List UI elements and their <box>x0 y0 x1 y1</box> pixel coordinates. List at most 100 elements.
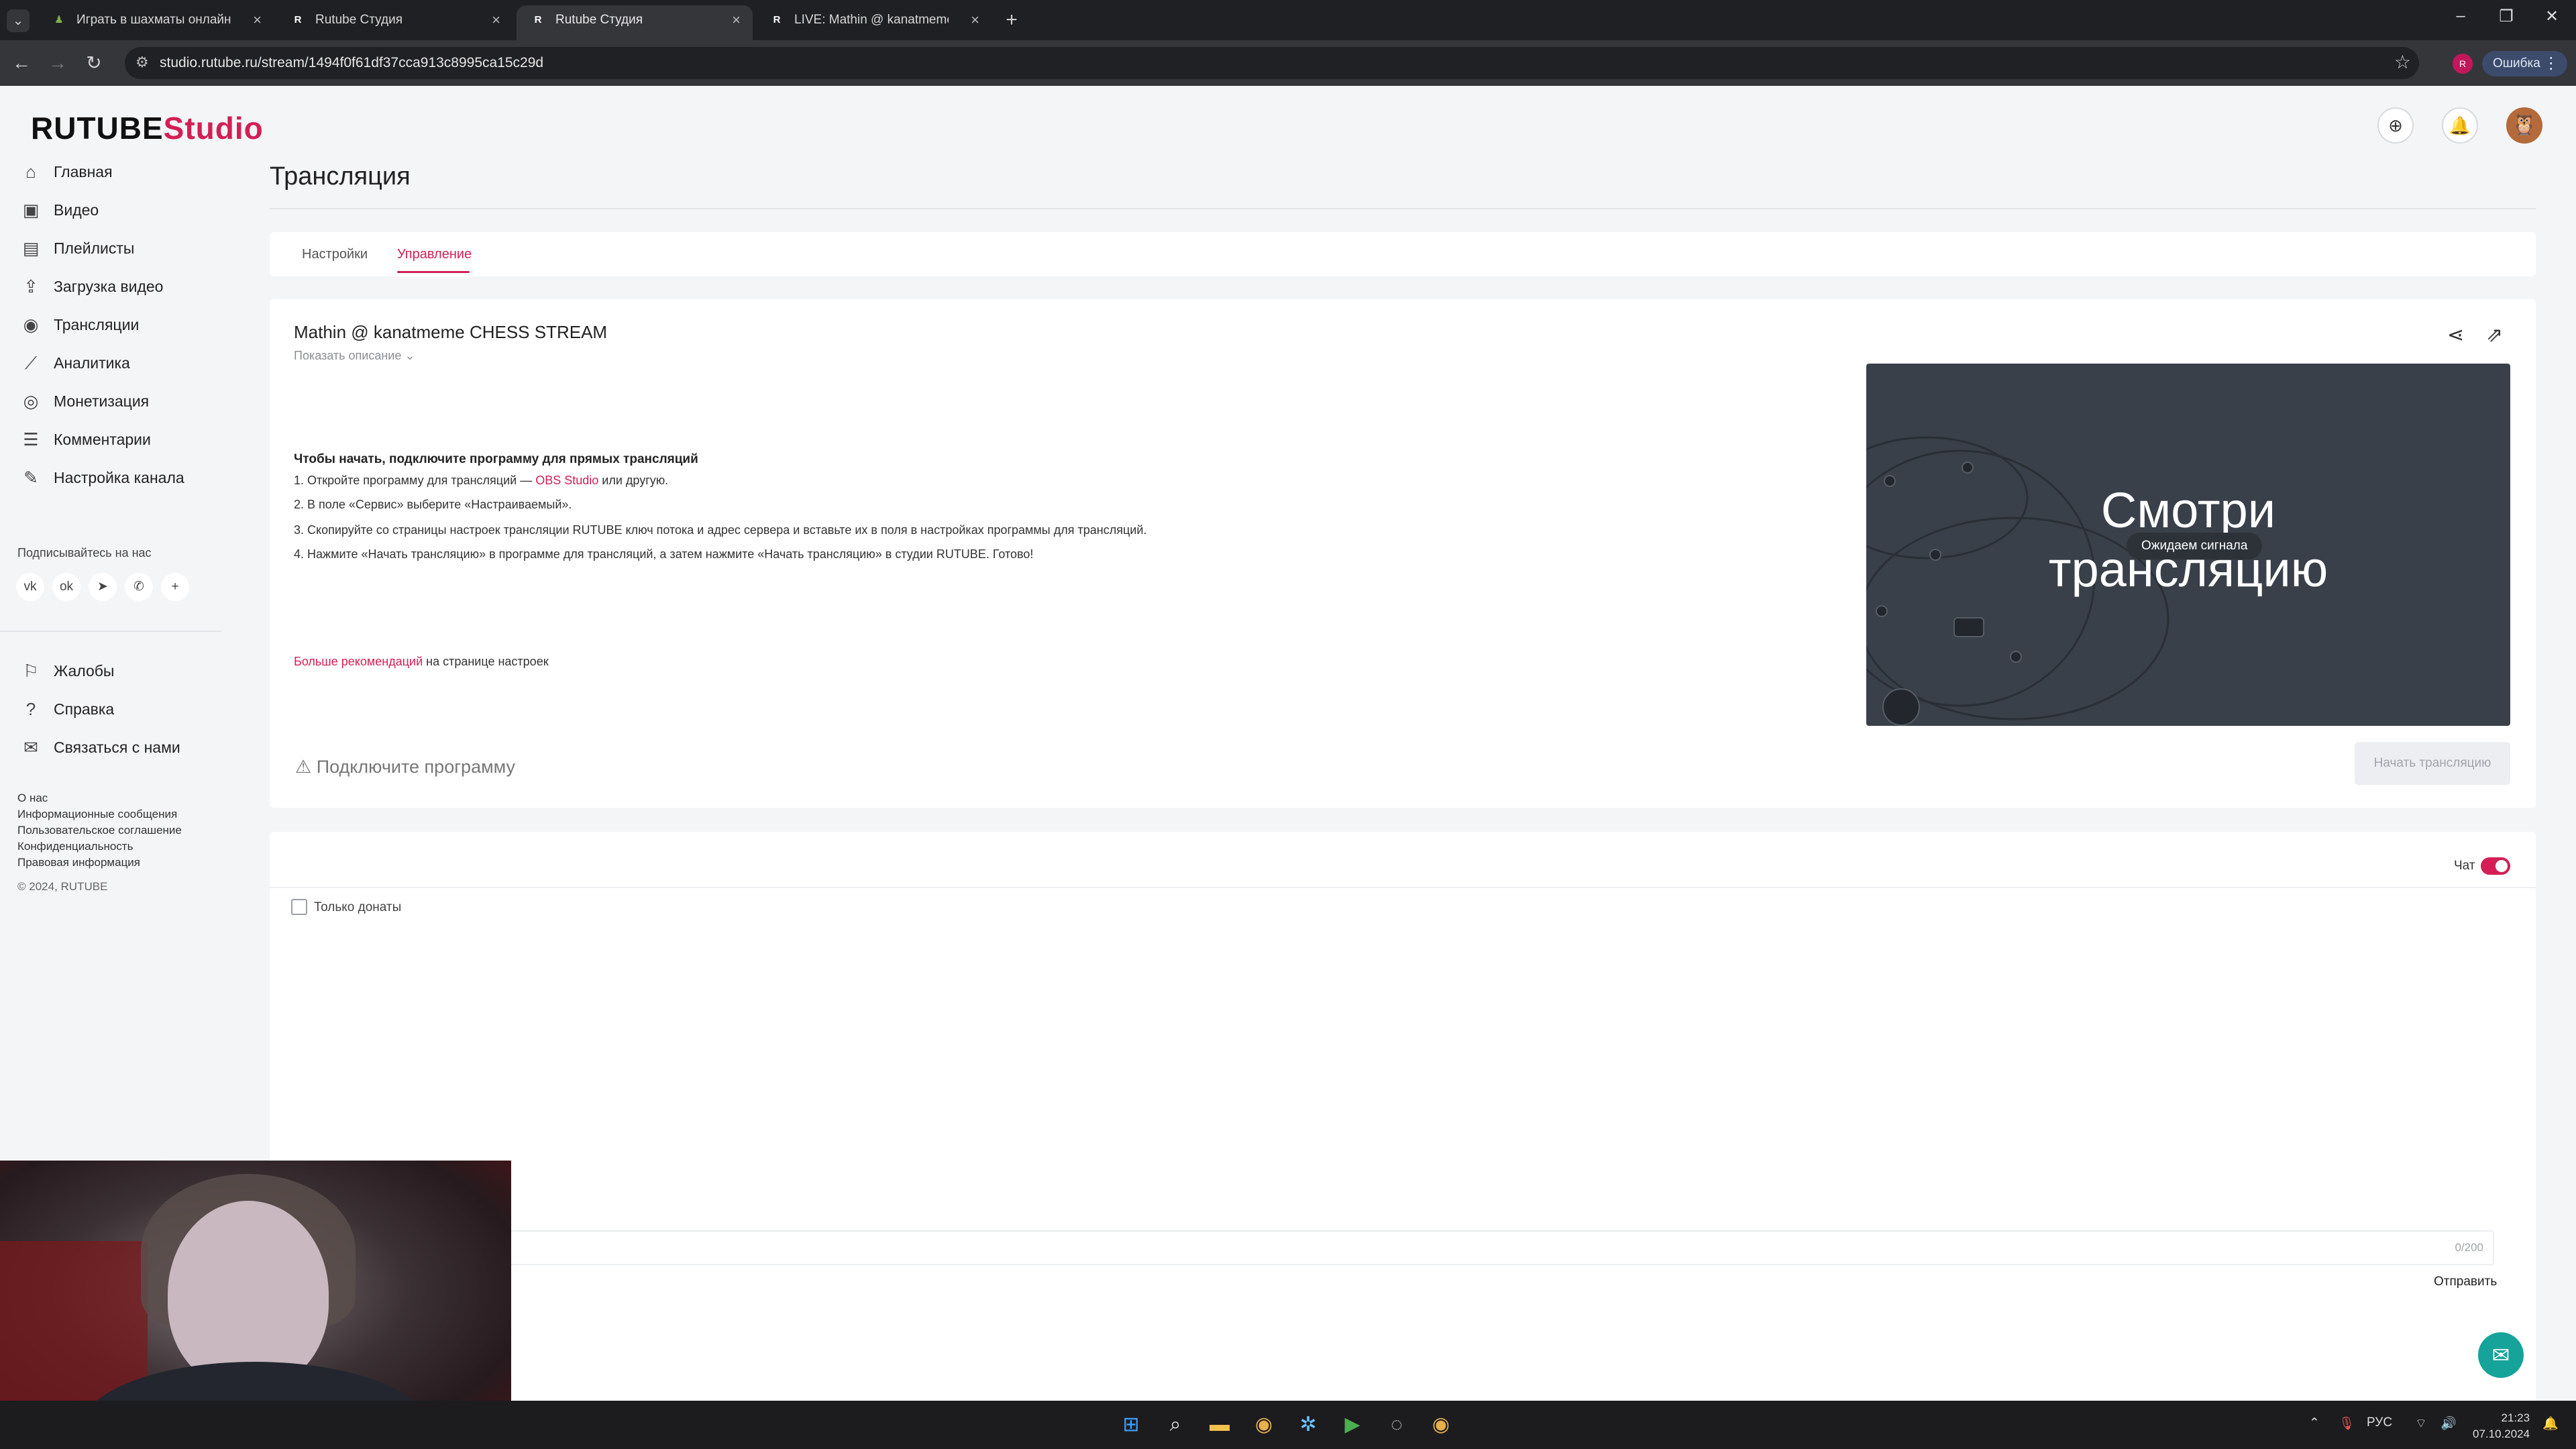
upload-video-icon[interactable]: ⊕ <box>2377 107 2414 144</box>
input-language[interactable]: РУС <box>2367 1415 2392 1430</box>
close-tab-icon[interactable]: × <box>253 5 262 35</box>
reload-icon[interactable]: ↻ <box>80 50 107 76</box>
obs-studio-link[interactable]: OBS Studio <box>535 474 598 487</box>
rutube-studio-logo[interactable]: RUTUBEStudio <box>31 110 264 146</box>
file-explorer-icon[interactable]: ▬ <box>1205 1410 1234 1440</box>
show-description-toggle[interactable]: Показать описание ⌄ <box>294 349 415 363</box>
instructions-heading: Чтобы начать, подключите программу для п… <box>294 452 698 466</box>
donations-only-label: Только донаты <box>314 900 402 914</box>
new-tab-button[interactable]: + <box>1000 8 1024 32</box>
footer-link-legal[interactable]: Правовая информация <box>17 856 140 869</box>
sidebar-item-comments[interactable]: ☰ Комментарии <box>19 423 220 455</box>
preview-camera-icon <box>1953 617 1984 637</box>
profile-avatar[interactable]: R <box>2453 54 2473 74</box>
browser-error-button[interactable]: Ошибка ⋮ <box>2482 51 2567 76</box>
chrome-icon[interactable]: ◉ <box>1249 1410 1279 1440</box>
browser-tab[interactable]: ♟ Играть в шахматы онлайн БЕС × <box>38 5 274 40</box>
volume-icon[interactable]: 🔊 <box>2440 1415 2457 1432</box>
sidebar-item-home[interactable]: ⌂ Главная <box>19 156 220 188</box>
bookmark-star-icon[interactable]: ☆ <box>2394 51 2411 73</box>
footer-link-terms[interactable]: Пользовательское соглашение <box>17 824 182 837</box>
open-external-icon[interactable]: ⇗ <box>2486 323 2503 347</box>
notifications-bell-icon[interactable]: 🔔 <box>2442 107 2478 144</box>
browser-tab[interactable]: R Rutube Студия × <box>276 5 513 40</box>
telegram-icon[interactable]: ➤ <box>89 573 117 601</box>
chat-toggle[interactable] <box>2481 857 2510 875</box>
sidebar-item-video[interactable]: ▣ Видео <box>19 194 220 226</box>
sidebar-item-label: Видео <box>54 201 99 219</box>
stream-preview[interactable]: Смотри трансляцию Ожидаем сигнала <box>1866 364 2510 726</box>
follow-us-title: Подписывайтесь на нас <box>17 546 152 559</box>
browser-tab[interactable]: R LIVE: Mathin @ kanatmeme CH × <box>755 5 991 40</box>
windows-start-icon[interactable]: ⊞ <box>1116 1410 1146 1440</box>
sidebar-item-contact[interactable]: ✉ Связаться с нами <box>19 731 220 763</box>
monetization-icon: ◎ <box>23 391 39 411</box>
system-clock[interactable]: 21:23 07.10.2024 <box>2473 1410 2530 1442</box>
sidebar-item-analytics[interactable]: ⟋ Аналитика <box>19 347 220 379</box>
restore-icon[interactable]: ❐ <box>2493 7 2520 26</box>
preview-dot <box>2010 651 2022 663</box>
upload-icon: ⇪ <box>23 276 38 297</box>
browser-tab-active[interactable]: R Rutube Студия × <box>517 5 753 40</box>
close-tab-icon[interactable]: × <box>971 5 979 35</box>
sidebar-item-label: Трансляции <box>54 316 140 333</box>
more-recommendations-link[interactable]: Больше рекомендаций <box>294 655 423 668</box>
instruction-step-2: 2. В поле «Сервис» выберите «Настраиваем… <box>294 498 572 511</box>
terminal-app-icon[interactable]: ▶ <box>1338 1410 1367 1440</box>
share-icon[interactable]: ⋖ <box>2447 323 2464 347</box>
url-field[interactable]: ⚙ studio.rutube.ru/stream/1494f0f61df37c… <box>125 47 2419 79</box>
user-avatar[interactable]: 🦉 <box>2506 107 2542 144</box>
close-tab-icon[interactable]: × <box>492 5 500 35</box>
sidebar-item-help[interactable]: ? Справка <box>19 693 220 725</box>
footer-link-privacy[interactable]: Конфиденциальность <box>17 840 133 853</box>
app-icon[interactable]: ✲ <box>1293 1410 1323 1440</box>
support-chat-icon[interactable]: ✉ <box>2478 1332 2524 1378</box>
sidebar-item-label: Аналитика <box>54 354 130 372</box>
site-info-icon[interactable]: ⚙ <box>136 54 149 71</box>
connect-program-warning: ⚠ Подключите программу <box>295 757 515 777</box>
send-button[interactable]: Отправить <box>2434 1275 2497 1289</box>
home-icon: ⌂ <box>25 162 36 182</box>
notifications-icon[interactable]: 🔔 <box>2542 1415 2559 1432</box>
window-close-icon[interactable]: ✕ <box>2538 7 2565 26</box>
obs-icon[interactable]: ◌ <box>1382 1410 1411 1440</box>
forward-icon[interactable]: → <box>44 50 71 76</box>
sidebar-item-channel-settings[interactable]: ✎ Настройка канала <box>19 462 220 494</box>
sidebar-item-complaints[interactable]: ⚐ Жалобы <box>19 655 220 687</box>
tab-settings[interactable]: Настройки <box>302 247 368 262</box>
tab-management[interactable]: Управление <box>397 247 472 262</box>
close-tab-icon[interactable]: × <box>732 5 741 35</box>
viber-icon[interactable]: ✆ <box>125 573 153 601</box>
more-social-icon[interactable]: + <box>161 573 189 601</box>
sidebar-item-monetization[interactable]: ◎ Монетизация <box>19 385 220 417</box>
sidebar-item-label: Связаться с нами <box>54 739 180 756</box>
microphone-icon[interactable]: 🎙 <box>2339 1415 2355 1432</box>
clock-time: 21:23 <box>2501 1411 2530 1424</box>
footer-link-info[interactable]: Информационные сообщения <box>17 808 177 821</box>
footer-link-about[interactable]: О нас <box>17 792 48 805</box>
chat-message-input[interactable]: 0/200 <box>220 1230 2494 1265</box>
back-icon[interactable]: ← <box>8 50 35 76</box>
sidebar-item-label: Главная <box>54 163 113 180</box>
sidebar-item-label: Загрузка видео <box>54 278 164 295</box>
search-icon[interactable]: ⌕ <box>1161 1410 1190 1440</box>
start-broadcast-button[interactable]: Начать трансляцию <box>2355 742 2510 785</box>
chrome-profile-icon[interactable]: ◉ <box>1426 1410 1456 1440</box>
playlist-icon: ▤ <box>22 238 40 258</box>
wifi-icon[interactable]: ⌔ <box>2415 1415 2427 1432</box>
browser-menu-icon[interactable]: ⋮ <box>2543 51 2559 76</box>
logo-studio: Studio <box>163 111 264 146</box>
odnoklassniki-icon[interactable]: ok <box>52 573 80 601</box>
minimize-icon[interactable]: – <box>2447 7 2474 25</box>
sidebar-item-upload[interactable]: ⇪ Загрузка видео <box>19 270 220 303</box>
preview-dot <box>1962 462 1974 474</box>
donations-only-checkbox[interactable] <box>291 899 307 915</box>
tab-search-button[interactable]: ⌄ <box>7 9 30 32</box>
tray-overflow-icon[interactable]: ⌃ <box>2309 1415 2320 1431</box>
sidebar-item-broadcasts[interactable]: ◉ Трансляции <box>19 309 220 341</box>
preview-play-icon <box>1882 688 1920 726</box>
copyright: © 2024, RUTUBE <box>17 880 108 893</box>
tab-title: Играть в шахматы онлайн БЕС <box>76 13 231 27</box>
vk-icon[interactable]: vk <box>16 573 44 601</box>
sidebar-item-playlists[interactable]: ▤ Плейлисты <box>19 232 220 264</box>
